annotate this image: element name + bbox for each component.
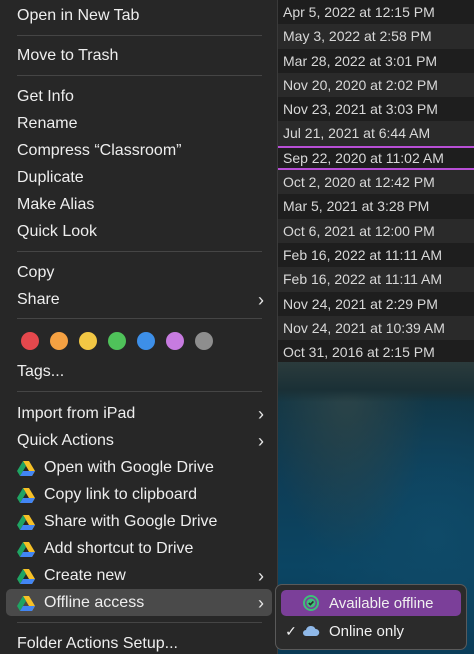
date-row[interactable]: Mar 28, 2022 at 3:01 PM: [278, 49, 474, 73]
menu-separator: [17, 251, 262, 252]
tag-color-picker: [21, 332, 213, 350]
date-row[interactable]: Nov 23, 2021 at 3:03 PM: [278, 97, 474, 121]
date-row[interactable]: Oct 2, 2020 at 12:42 PM: [278, 170, 474, 195]
menu-item-label: Create new: [44, 566, 126, 584]
menu-item-duplicate[interactable]: Duplicate: [6, 164, 272, 191]
menu-item-quick-actions[interactable]: Quick Actions ›: [6, 427, 272, 454]
menu-item-open-new-tab[interactable]: Open in New Tab: [6, 2, 272, 29]
menu-item-move-to-trash[interactable]: Move to Trash: [6, 42, 272, 69]
date-row[interactable]: Feb 16, 2022 at 11:11 AM: [278, 243, 474, 267]
date-row[interactable]: Nov 20, 2020 at 2:02 PM: [278, 72, 474, 98]
date-row[interactable]: Feb 16, 2022 at 11:11 AM: [278, 267, 474, 292]
menu-item-label: Quick Actions: [17, 431, 114, 449]
checkmark-icon: ✓: [285, 622, 297, 639]
menu-item-gd-open[interactable]: Open with Google Drive: [6, 454, 272, 481]
tag-orange-dot[interactable]: [50, 332, 68, 350]
menu-separator: [17, 391, 262, 392]
date-row[interactable]: Mar 5, 2021 at 3:28 PM: [278, 194, 474, 218]
menu-item-compress[interactable]: Compress “Classroom”: [6, 137, 272, 164]
tag-yellow-dot[interactable]: [79, 332, 97, 350]
google-drive-icon: [17, 595, 35, 611]
google-drive-icon: [17, 514, 35, 530]
submenu-item-label: Online only: [329, 622, 405, 640]
menu-item-label: Quick Look: [17, 222, 98, 240]
date-row-selected[interactable]: Sep 22, 2020 at 11:02 AM: [278, 145, 474, 171]
date-row[interactable]: Jul 21, 2021 at 6:44 AM: [278, 121, 474, 146]
menu-item-label: Tags...: [17, 362, 65, 380]
menu-item-label: Share: [17, 290, 60, 308]
tag-green-dot[interactable]: [108, 332, 126, 350]
menu-item-label: Make Alias: [17, 195, 95, 213]
menu-separator: [17, 75, 262, 76]
menu-item-copy[interactable]: Copy: [6, 259, 272, 286]
menu-item-label: Copy: [17, 263, 55, 281]
menu-item-create-new[interactable]: Create new ›: [6, 562, 272, 589]
offline-access-submenu: Available offline ✓ Online only: [275, 584, 467, 650]
tag-gray-dot[interactable]: [195, 332, 213, 350]
google-drive-icon: [17, 568, 35, 584]
menu-item-label: Open with Google Drive: [44, 458, 214, 476]
menu-separator: [17, 622, 262, 623]
google-drive-icon: [17, 460, 35, 476]
chevron-right-icon: ›: [258, 593, 264, 613]
date-row[interactable]: Nov 24, 2021 at 2:29 PM: [278, 292, 474, 316]
menu-item-share[interactable]: Share ›: [6, 286, 272, 313]
google-drive-icon: [17, 541, 35, 557]
date-row[interactable]: Oct 31, 2016 at 2:15 PM: [278, 340, 474, 362]
submenu-item-available-offline[interactable]: Available offline: [281, 590, 461, 616]
menu-item-label: Add shortcut to Drive: [44, 539, 194, 557]
submenu-item-online-only[interactable]: ✓ Online only: [281, 618, 461, 644]
menu-item-label: Compress “Classroom”: [17, 141, 182, 159]
menu-item-label: Import from iPad: [17, 404, 136, 422]
date-row[interactable]: Oct 6, 2021 at 12:00 PM: [278, 218, 474, 243]
menu-item-gd-copy-link[interactable]: Copy link to clipboard: [6, 481, 272, 508]
menu-item-offline-access[interactable]: Offline access ›: [6, 589, 272, 616]
offline-check-icon: [303, 595, 319, 611]
submenu-item-label: Available offline: [329, 594, 434, 612]
menu-separator: [17, 35, 262, 36]
tag-purple-dot[interactable]: [166, 332, 184, 350]
menu-item-gd-share[interactable]: Share with Google Drive: [6, 508, 272, 535]
menu-item-label: Folder Actions Setup...: [17, 634, 178, 652]
menu-item-label: Move to Trash: [17, 46, 119, 64]
tag-red-dot[interactable]: [21, 332, 39, 350]
menu-separator: [17, 318, 262, 319]
date-row[interactable]: Nov 24, 2021 at 10:39 AM: [278, 315, 474, 341]
menu-item-gd-shortcut[interactable]: Add shortcut to Drive: [6, 535, 272, 562]
menu-item-label: Get Info: [17, 87, 74, 105]
menu-item-label: Copy link to clipboard: [44, 485, 197, 503]
menu-item-label: Duplicate: [17, 168, 84, 186]
chevron-right-icon: ›: [258, 290, 264, 310]
menu-item-label: Share with Google Drive: [44, 512, 218, 530]
menu-item-label: Offline access: [44, 593, 145, 611]
context-menu: Open in New Tab Move to Trash Get Info R…: [0, 0, 278, 654]
menu-item-quick-look[interactable]: Quick Look: [6, 218, 272, 245]
menu-item-make-alias[interactable]: Make Alias: [6, 191, 272, 218]
date-row[interactable]: May 3, 2022 at 2:58 PM: [278, 24, 474, 49]
cloud-icon: [303, 625, 320, 636]
wallpaper-rock: [278, 362, 474, 402]
google-drive-icon: [17, 487, 35, 503]
menu-item-folder-actions[interactable]: Folder Actions Setup...: [6, 630, 272, 654]
chevron-right-icon: ›: [258, 431, 264, 451]
chevron-right-icon: ›: [258, 566, 264, 586]
date-row[interactable]: Apr 5, 2022 at 12:15 PM: [278, 0, 474, 24]
date-modified-column: Apr 5, 2022 at 12:15 PM May 3, 2022 at 2…: [278, 0, 474, 362]
menu-item-import-ipad[interactable]: Import from iPad ›: [6, 400, 272, 427]
chevron-right-icon: ›: [258, 404, 264, 424]
menu-item-rename[interactable]: Rename: [6, 110, 272, 137]
menu-item-tags[interactable]: Tags...: [6, 358, 272, 385]
menu-item-get-info[interactable]: Get Info: [6, 83, 272, 110]
menu-item-label: Open in New Tab: [17, 6, 140, 24]
menu-item-label: Rename: [17, 114, 78, 132]
tag-blue-dot[interactable]: [137, 332, 155, 350]
